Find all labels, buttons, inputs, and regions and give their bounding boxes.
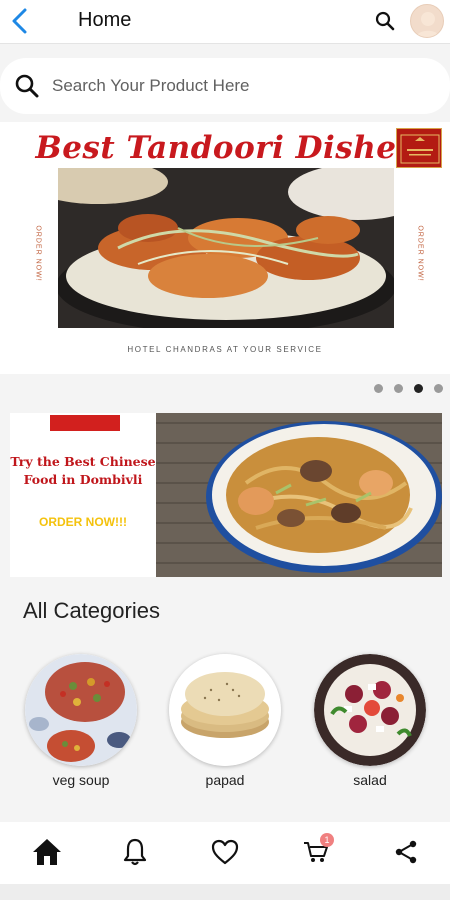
noodles-photo — [156, 413, 442, 577]
search-bar[interactable] — [0, 58, 450, 114]
chinese-banner-text-panel: Try the Best Chinese Food in Dombivli OR… — [10, 413, 156, 577]
chinese-banner-headline: Try the Best Chinese Food in Dombivli — [10, 454, 156, 487]
categories-heading: All Categories — [23, 598, 160, 623]
side-order-text-right: ORDER NOW! — [416, 225, 424, 282]
cart-icon[interactable]: 1 — [300, 833, 334, 868]
system-gesture-bar — [0, 884, 450, 900]
share-icon[interactable] — [390, 836, 422, 868]
restaurant-logo — [396, 128, 442, 168]
chinese-food-banner[interactable]: Try the Best Chinese Food in Dombivli OR… — [10, 413, 442, 577]
category-label: salad — [353, 772, 387, 788]
category-image — [314, 654, 426, 766]
banner-footer-text: HOTEL CHANDRAS AT YOUR SERVICE — [127, 345, 323, 354]
bottom-navigation: 1 — [0, 822, 450, 884]
tandoori-photo — [58, 168, 394, 328]
carousel-dot[interactable] — [374, 384, 383, 393]
red-accent-bar — [50, 415, 120, 431]
category-image — [25, 654, 137, 766]
back-arrow-icon[interactable] — [6, 6, 34, 36]
category-label: veg soup — [52, 772, 110, 788]
search-icon[interactable] — [374, 10, 396, 32]
carousel-indicator — [374, 384, 443, 394]
order-now-text: ORDER NOW!!! — [39, 515, 127, 529]
carousel-dot-active[interactable] — [414, 384, 423, 393]
bell-icon[interactable] — [119, 836, 151, 868]
banner-headline: Best Tandoori Dishes — [35, 130, 415, 166]
heart-icon[interactable] — [209, 836, 241, 868]
search-input[interactable] — [52, 72, 422, 100]
category-image — [169, 654, 281, 766]
side-order-text-left: ORDER NOW! — [34, 225, 42, 282]
cart-count-badge: 1 — [320, 833, 334, 847]
home-icon[interactable] — [31, 836, 63, 868]
carousel-dot[interactable] — [434, 384, 443, 393]
home-screen: Home Best Tandoori Dishes ORDER NOW! — [0, 0, 450, 900]
category-label: papad — [205, 772, 245, 788]
page-title: Home — [78, 9, 132, 31]
search-icon — [14, 73, 40, 99]
avatar[interactable] — [410, 4, 444, 38]
app-bar: Home — [0, 0, 450, 44]
carousel-dot[interactable] — [394, 384, 403, 393]
category-papad[interactable]: papad — [169, 654, 281, 794]
category-veg-soup[interactable]: veg soup — [25, 654, 137, 794]
search-area — [0, 44, 450, 120]
category-salad[interactable]: salad — [314, 654, 426, 794]
tandoori-banner[interactable]: Best Tandoori Dishes ORDER NOW! ORDER NO… — [0, 122, 450, 374]
